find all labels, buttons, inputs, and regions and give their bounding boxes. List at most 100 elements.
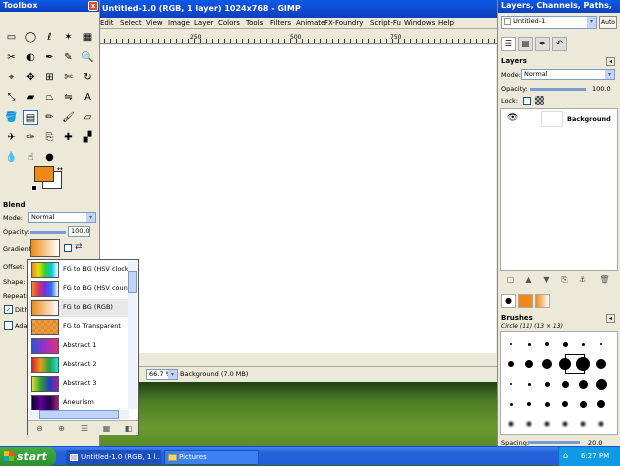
foreground-select-icon[interactable]: ◐ bbox=[23, 50, 38, 65]
menu-colors[interactable]: Colors bbox=[218, 18, 240, 28]
gradient-item[interactable]: FG to BG (HSV counte bbox=[29, 280, 128, 298]
blur-icon[interactable]: 💧 bbox=[4, 150, 19, 165]
perspective-icon[interactable]: ⏢ bbox=[42, 90, 57, 105]
swap-colors-icon[interactable]: ↔ bbox=[57, 165, 63, 173]
menu-select[interactable]: Select bbox=[120, 18, 142, 28]
tab-menu-icon[interactable]: ◂ bbox=[606, 57, 615, 66]
blend-icon[interactable]: ▤ bbox=[23, 110, 38, 125]
brush-preset[interactable] bbox=[543, 420, 551, 428]
eraser-icon[interactable]: ▱ bbox=[80, 110, 95, 125]
heal-icon[interactable]: ✚ bbox=[61, 130, 76, 145]
brush-preset[interactable] bbox=[579, 400, 587, 408]
brush-preset[interactable] bbox=[561, 380, 569, 388]
free-select-icon[interactable]: ℓ bbox=[42, 30, 57, 45]
dither-checkbox[interactable]: ✓ bbox=[4, 305, 13, 314]
lock-alpha-checkbox[interactable] bbox=[523, 97, 531, 105]
menu-script-fu[interactable]: Script-Fu bbox=[370, 18, 401, 28]
gradient-item[interactable]: Aneurism bbox=[29, 394, 128, 410]
brush-preset[interactable] bbox=[507, 420, 515, 428]
menu-animate[interactable]: Animate bbox=[296, 18, 325, 28]
layers-mode-select[interactable]: Normal ▾ bbox=[521, 69, 615, 80]
preview-size-icon[interactable]: ◧ bbox=[122, 423, 135, 434]
new-layer-icon[interactable]: ▢ bbox=[504, 274, 517, 285]
brush-preset[interactable] bbox=[544, 401, 550, 407]
task-gimp[interactable]: Untitled-1.0 (RGB, 1 l... bbox=[66, 450, 161, 465]
gradient-item[interactable]: FG to BG (HSV clockw bbox=[29, 261, 128, 279]
start-button[interactable]: start bbox=[0, 447, 56, 466]
brush-preset[interactable] bbox=[578, 379, 588, 389]
gradient-item[interactable]: Abstract 3 bbox=[29, 375, 128, 393]
mode-select[interactable]: Normal ▾ bbox=[28, 212, 96, 223]
paths-icon[interactable]: ✒ bbox=[42, 50, 57, 65]
brush-preset[interactable] bbox=[527, 402, 531, 406]
brush-preset[interactable] bbox=[581, 342, 585, 346]
brush-preset[interactable] bbox=[600, 343, 602, 345]
layers-opacity-value[interactable]: 100.0 bbox=[592, 85, 611, 93]
ink-icon[interactable]: ✑ bbox=[23, 130, 38, 145]
rotate-icon[interactable]: ↻ bbox=[80, 70, 95, 85]
brush-preset[interactable] bbox=[508, 361, 514, 367]
shear-icon[interactable]: ▰ bbox=[23, 90, 38, 105]
network-icon[interactable]: ⌂ bbox=[563, 451, 568, 460]
measure-icon[interactable]: ⌖ bbox=[4, 70, 19, 85]
default-colors-icon[interactable] bbox=[31, 185, 37, 191]
adaptive-checkbox[interactable] bbox=[4, 321, 13, 330]
pencil-icon[interactable]: ✏ bbox=[42, 110, 57, 125]
spacing-slider[interactable] bbox=[528, 441, 580, 444]
scroll-thumb[interactable] bbox=[128, 271, 137, 293]
fuzzy-select-icon[interactable]: ✶ bbox=[61, 30, 76, 45]
text-icon[interactable]: A bbox=[80, 90, 95, 105]
fg-bg-colors[interactable]: ↔ bbox=[30, 165, 70, 195]
hscroll-thumb[interactable] bbox=[39, 410, 119, 419]
anchor-layer-icon[interactable]: ⚓ bbox=[576, 274, 589, 285]
brush-preset[interactable] bbox=[596, 359, 606, 369]
menu-edit[interactable]: Edit bbox=[100, 18, 114, 28]
brush-preset[interactable] bbox=[579, 420, 587, 428]
layers-opacity-slider[interactable] bbox=[530, 88, 586, 91]
tab-paths[interactable]: ✒ bbox=[535, 37, 550, 51]
brush-preset[interactable] bbox=[509, 402, 513, 406]
duplicate-layer-icon[interactable]: ⎘ bbox=[558, 274, 571, 285]
menu-filters[interactable]: Filters bbox=[270, 18, 291, 28]
tab-layers[interactable]: ☰ bbox=[501, 37, 516, 51]
menu-fx-foundry[interactable]: FX-Foundry bbox=[324, 18, 363, 28]
scissors-icon[interactable]: ✂ bbox=[4, 50, 19, 65]
tab-brushes[interactable]: ● bbox=[501, 294, 516, 308]
dock-titlebar[interactable]: Layers, Channels, Paths, Undo - bbox=[498, 0, 620, 22]
brushes-menu-icon[interactable]: ◂ bbox=[606, 314, 615, 323]
menu-windows[interactable]: Windows bbox=[404, 18, 435, 28]
color-picker-icon[interactable]: ✎ bbox=[61, 50, 76, 65]
brush-preset[interactable] bbox=[510, 383, 512, 385]
brush-preset[interactable] bbox=[544, 381, 550, 387]
brush-preset[interactable] bbox=[597, 420, 605, 428]
gradient-item[interactable]: FG to BG (RGB) bbox=[29, 299, 128, 317]
image-window-titlebar[interactable]: Untitled-1.0 (RGB, 1 layer) 1024x768 - G… bbox=[98, 0, 498, 18]
brush-preset[interactable] bbox=[542, 359, 552, 369]
align-icon[interactable]: ⊞ bbox=[42, 70, 57, 85]
zoom-in-icon[interactable]: ⊕ bbox=[55, 423, 68, 434]
toolbox-titlebar[interactable]: Toolbox x bbox=[0, 0, 99, 12]
brush-preset[interactable] bbox=[597, 400, 605, 408]
move-icon[interactable]: ✥ bbox=[23, 70, 38, 85]
clone-icon[interactable]: ⎘ bbox=[42, 130, 57, 145]
eye-icon[interactable]: 👁 bbox=[507, 113, 518, 123]
tab-undo[interactable]: ↶ bbox=[552, 37, 567, 51]
menu-image[interactable]: Image bbox=[168, 18, 190, 28]
lower-layer-icon[interactable]: ▼ bbox=[540, 274, 553, 285]
paintbrush-icon[interactable]: 🖌 bbox=[61, 110, 76, 125]
tab-patterns[interactable] bbox=[518, 294, 533, 308]
tab-channels[interactable]: ▤ bbox=[518, 37, 533, 51]
rect-select-icon[interactable]: ▭ bbox=[4, 30, 19, 45]
task-pictures[interactable]: Pictures bbox=[164, 450, 259, 465]
brush-preset[interactable] bbox=[527, 342, 531, 346]
flip-icon[interactable]: ⇋ bbox=[61, 90, 76, 105]
ellipse-select-icon[interactable]: ◯ bbox=[23, 30, 38, 45]
zoom-select[interactable]: 66.7 % ▾ bbox=[146, 369, 178, 380]
menu-help[interactable]: Help bbox=[438, 18, 454, 28]
airbrush-icon[interactable]: ✈ bbox=[4, 130, 19, 145]
gradient-item[interactable]: Abstract 1 bbox=[29, 337, 128, 355]
brush-preset[interactable] bbox=[545, 342, 549, 346]
delete-layer-icon[interactable]: 🗑 bbox=[598, 274, 611, 285]
menu-view[interactable]: View bbox=[146, 18, 163, 28]
foreground-color-swatch[interactable] bbox=[34, 166, 54, 182]
